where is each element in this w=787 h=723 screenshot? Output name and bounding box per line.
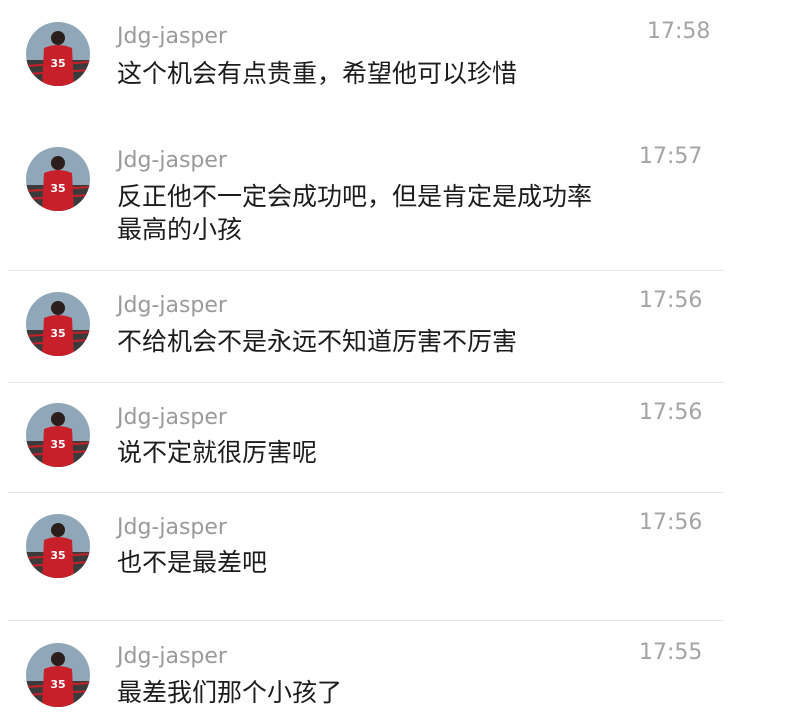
svg-text:35: 35 [50,57,65,70]
sender-name: Jdg-jasper [117,148,227,173]
message-item[interactable]: 35 Jdg-jasper 17:56 也不是最差吧 [0,492,787,620]
timestamp: 17:57 [639,144,703,169]
message-item[interactable]: 35 Jdg-jasper 17:56 说不定就很厉害呢 [0,382,787,492]
message-item[interactable]: 35 Jdg-jasper 17:56 不给机会不是永远不知道厉害不厉害 [0,270,787,382]
avatar[interactable]: 35 [26,643,90,707]
sender-name: Jdg-jasper [117,515,227,540]
player-avatar-icon: 35 [26,514,90,578]
player-avatar-icon: 35 [26,147,90,211]
message-list: 35 Jdg-jasper 17:58 这个机会有点贵重，希望他可以珍惜 35 … [0,0,787,723]
sender-name: Jdg-jasper [117,644,227,669]
avatar[interactable]: 35 [26,403,90,467]
message-text: 反正他不一定会成功吧，但是肯定是成功率最高的小孩 [117,182,593,244]
avatar[interactable]: 35 [26,147,90,211]
sender-name: Jdg-jasper [117,24,227,49]
timestamp: 17:55 [639,640,703,665]
svg-text:35: 35 [50,182,65,195]
message-item[interactable]: 35 Jdg-jasper 17:55 最差我们那个小孩了 [0,620,787,723]
svg-text:35: 35 [50,678,65,691]
message-text: 也不是最差吧 [117,548,268,577]
player-avatar-icon: 35 [26,403,90,467]
timestamp: 17:56 [639,288,703,313]
message-text: 不给机会不是永远不知道厉害不厉害 [117,327,518,356]
message-text: 说不定就很厉害呢 [117,438,318,467]
timestamp: 17:58 [647,19,711,44]
message-text: 最差我们那个小孩了 [117,678,343,707]
avatar[interactable]: 35 [26,292,90,356]
svg-text:35: 35 [50,327,65,340]
svg-text:35: 35 [50,549,65,562]
player-avatar-icon: 35 [26,643,90,707]
sender-name: Jdg-jasper [117,405,227,430]
timestamp: 17:56 [639,400,703,425]
svg-text:35: 35 [50,438,65,451]
player-avatar-icon: 35 [26,22,90,86]
timestamp: 17:56 [639,510,703,535]
message-item[interactable]: 35 Jdg-jasper 17:58 这个机会有点贵重，希望他可以珍惜 [0,0,787,122]
avatar[interactable]: 35 [26,22,90,86]
player-avatar-icon: 35 [26,292,90,356]
avatar[interactable]: 35 [26,514,90,578]
sender-name: Jdg-jasper [117,293,227,318]
message-item[interactable]: 35 Jdg-jasper 17:57 反正他不一定会成功吧，但是肯定是成功率最… [0,122,787,270]
message-text: 这个机会有点贵重，希望他可以珍惜 [117,59,518,88]
